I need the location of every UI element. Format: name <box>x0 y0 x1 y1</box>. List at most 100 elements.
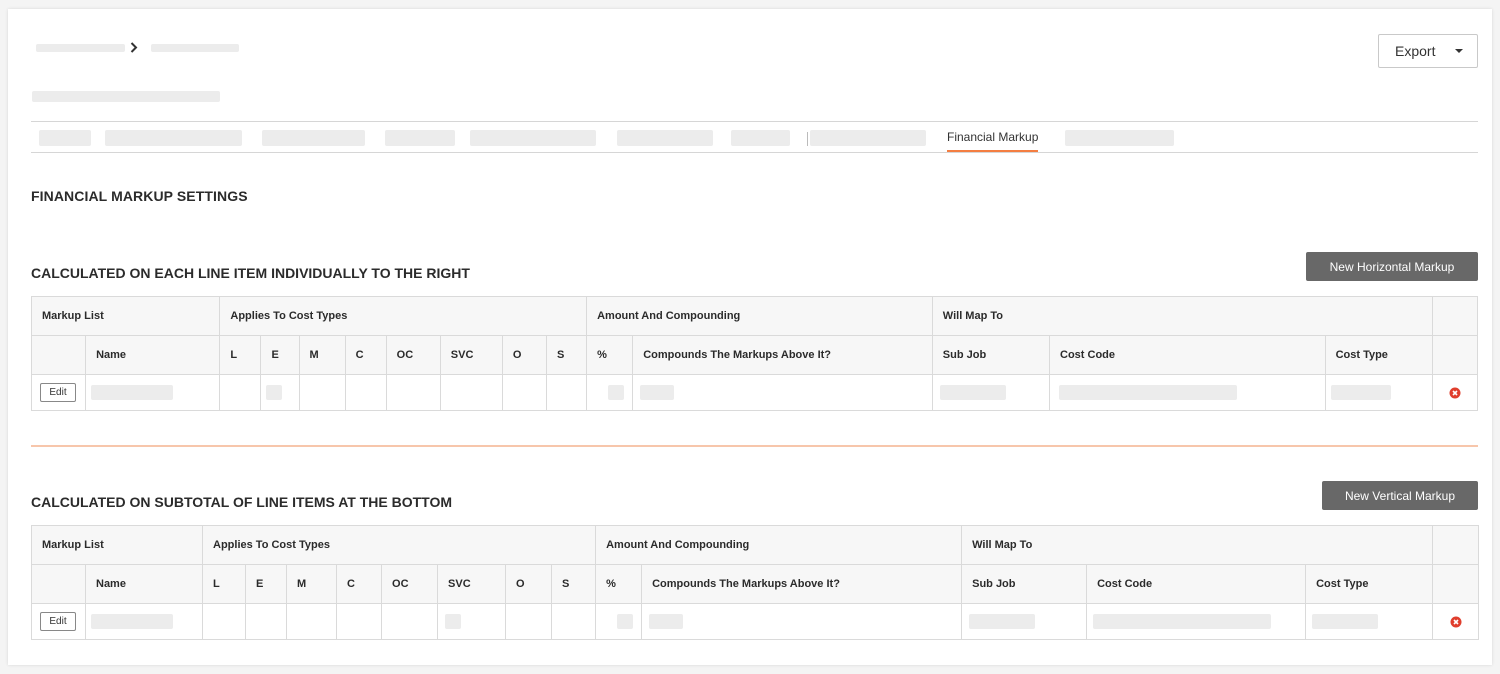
col-s: S <box>551 564 597 604</box>
new-vertical-markup-button[interactable]: New Vertical Markup <box>1322 481 1478 510</box>
group-markup-list: Markup List <box>30 525 204 565</box>
group-header-row: Markup List Applies To Cost Types Amount… <box>30 296 1479 336</box>
col-cost-type: Cost Type <box>1324 335 1433 375</box>
breadcrumb-item[interactable] <box>151 44 239 52</box>
o-cell[interactable] <box>505 603 553 640</box>
m-cell[interactable] <box>298 374 346 411</box>
col-e: E <box>260 335 300 375</box>
col-cost-code: Cost Code <box>1049 335 1326 375</box>
edit-cell: Edit <box>30 374 87 411</box>
breadcrumb-item[interactable] <box>36 44 125 52</box>
tab-financial-markup[interactable]: Financial Markup <box>947 130 1039 152</box>
col-s: S <box>545 335 588 375</box>
cost-code-cell[interactable] <box>1086 603 1307 640</box>
group-amount-and-compounding: Amount And Compounding <box>586 296 933 336</box>
e-cell[interactable] <box>245 603 288 640</box>
edit-button[interactable]: Edit <box>40 612 76 631</box>
section-title-vertical: CALCULATED ON SUBTOTAL OF LINE ITEMS AT … <box>31 494 453 510</box>
c-cell[interactable] <box>344 374 387 411</box>
col-percent: % <box>586 335 634 375</box>
col-o: O <box>501 335 547 375</box>
col-sub-job: Sub Job <box>931 335 1051 375</box>
s-cell[interactable] <box>551 603 597 640</box>
caret-down-icon <box>1455 49 1463 53</box>
o-cell[interactable] <box>501 374 547 411</box>
col-edit <box>31 564 86 604</box>
sub-job-cell[interactable] <box>931 374 1051 411</box>
col-l: L <box>219 335 262 375</box>
group-actions <box>1431 296 1479 336</box>
compounds-cell[interactable] <box>641 603 963 640</box>
tab-item[interactable] <box>470 130 596 146</box>
cost-type-cell[interactable] <box>1305 603 1434 640</box>
table-row: Edit <box>30 374 1479 411</box>
tab-item[interactable] <box>262 130 365 146</box>
percent-cell[interactable] <box>586 374 634 411</box>
tab-item[interactable] <box>385 130 455 146</box>
edit-button[interactable]: Edit <box>40 383 76 402</box>
compounds-cell[interactable] <box>632 374 933 411</box>
cost-code-cell[interactable] <box>1049 374 1326 411</box>
tab-item[interactable] <box>105 130 242 146</box>
section-title-horizontal: CALCULATED ON EACH LINE ITEM INDIVIDUALL… <box>31 265 470 281</box>
col-svc: SVC <box>439 335 503 375</box>
group-header-row: Markup List Applies To Cost Types Amount… <box>30 525 1480 565</box>
column-header-row: Name L E M C OC SVC O S % Compounds The … <box>31 564 1480 604</box>
col-name: Name <box>85 335 221 375</box>
l-cell[interactable] <box>202 603 247 640</box>
col-e: E <box>245 564 288 604</box>
tabs-bottom-border <box>31 152 1478 153</box>
tab-item[interactable] <box>39 130 91 146</box>
col-percent: % <box>595 564 643 604</box>
group-will-map-to: Will Map To <box>931 296 1433 336</box>
tab-item[interactable] <box>1065 130 1174 146</box>
group-applies-to-cost-types: Applies To Cost Types <box>202 525 597 565</box>
chevron-right-icon <box>130 40 138 57</box>
cost-type-cell[interactable] <box>1324 374 1433 411</box>
table-row: Edit <box>31 603 1480 640</box>
export-dropdown-button[interactable]: Export <box>1378 34 1478 68</box>
oc-cell[interactable] <box>381 603 439 640</box>
remove-circle-icon[interactable] <box>1450 616 1462 628</box>
col-l: L <box>202 564 247 604</box>
group-actions <box>1432 525 1480 565</box>
col-c: C <box>344 335 387 375</box>
col-cost-type: Cost Type <box>1305 564 1434 604</box>
percent-cell[interactable] <box>595 603 643 640</box>
col-actions <box>1431 335 1479 375</box>
group-will-map-to: Will Map To <box>961 525 1434 565</box>
svc-cell[interactable] <box>439 374 503 411</box>
vertical-markup-table: Markup List Applies To Cost Types Amount… <box>30 525 1480 640</box>
edit-cell: Edit <box>31 603 86 640</box>
oc-cell[interactable] <box>385 374 441 411</box>
col-compounds: Compounds The Markups Above It? <box>632 335 933 375</box>
l-cell[interactable] <box>219 374 262 411</box>
remove-circle-icon[interactable] <box>1449 387 1461 399</box>
horizontal-markup-table: Markup List Applies To Cost Types Amount… <box>30 296 1479 411</box>
tab-item[interactable] <box>617 130 713 146</box>
tab-item[interactable] <box>731 130 790 146</box>
export-label: Export <box>1395 43 1436 59</box>
col-svc: SVC <box>437 564 507 604</box>
col-m: M <box>286 564 338 604</box>
tab-item[interactable] <box>810 130 926 146</box>
col-actions <box>1432 564 1480 604</box>
c-cell[interactable] <box>336 603 383 640</box>
m-cell[interactable] <box>286 603 338 640</box>
col-m: M <box>298 335 346 375</box>
page-title: FINANCIAL MARKUP SETTINGS <box>31 188 248 204</box>
svc-cell[interactable] <box>437 603 507 640</box>
s-cell[interactable] <box>545 374 588 411</box>
column-header-row: Name L E M C OC SVC O S % Compounds The … <box>30 335 1479 375</box>
group-applies-to-cost-types: Applies To Cost Types <box>219 296 588 336</box>
tabs-top-border <box>31 121 1478 122</box>
col-cost-code: Cost Code <box>1086 564 1307 604</box>
section-divider <box>31 445 1478 447</box>
name-cell <box>85 374 221 411</box>
new-horizontal-markup-button[interactable]: New Horizontal Markup <box>1306 252 1478 281</box>
col-c: C <box>336 564 383 604</box>
e-cell[interactable] <box>260 374 300 411</box>
col-oc: OC <box>381 564 439 604</box>
col-name: Name <box>84 564 204 604</box>
sub-job-cell[interactable] <box>961 603 1088 640</box>
